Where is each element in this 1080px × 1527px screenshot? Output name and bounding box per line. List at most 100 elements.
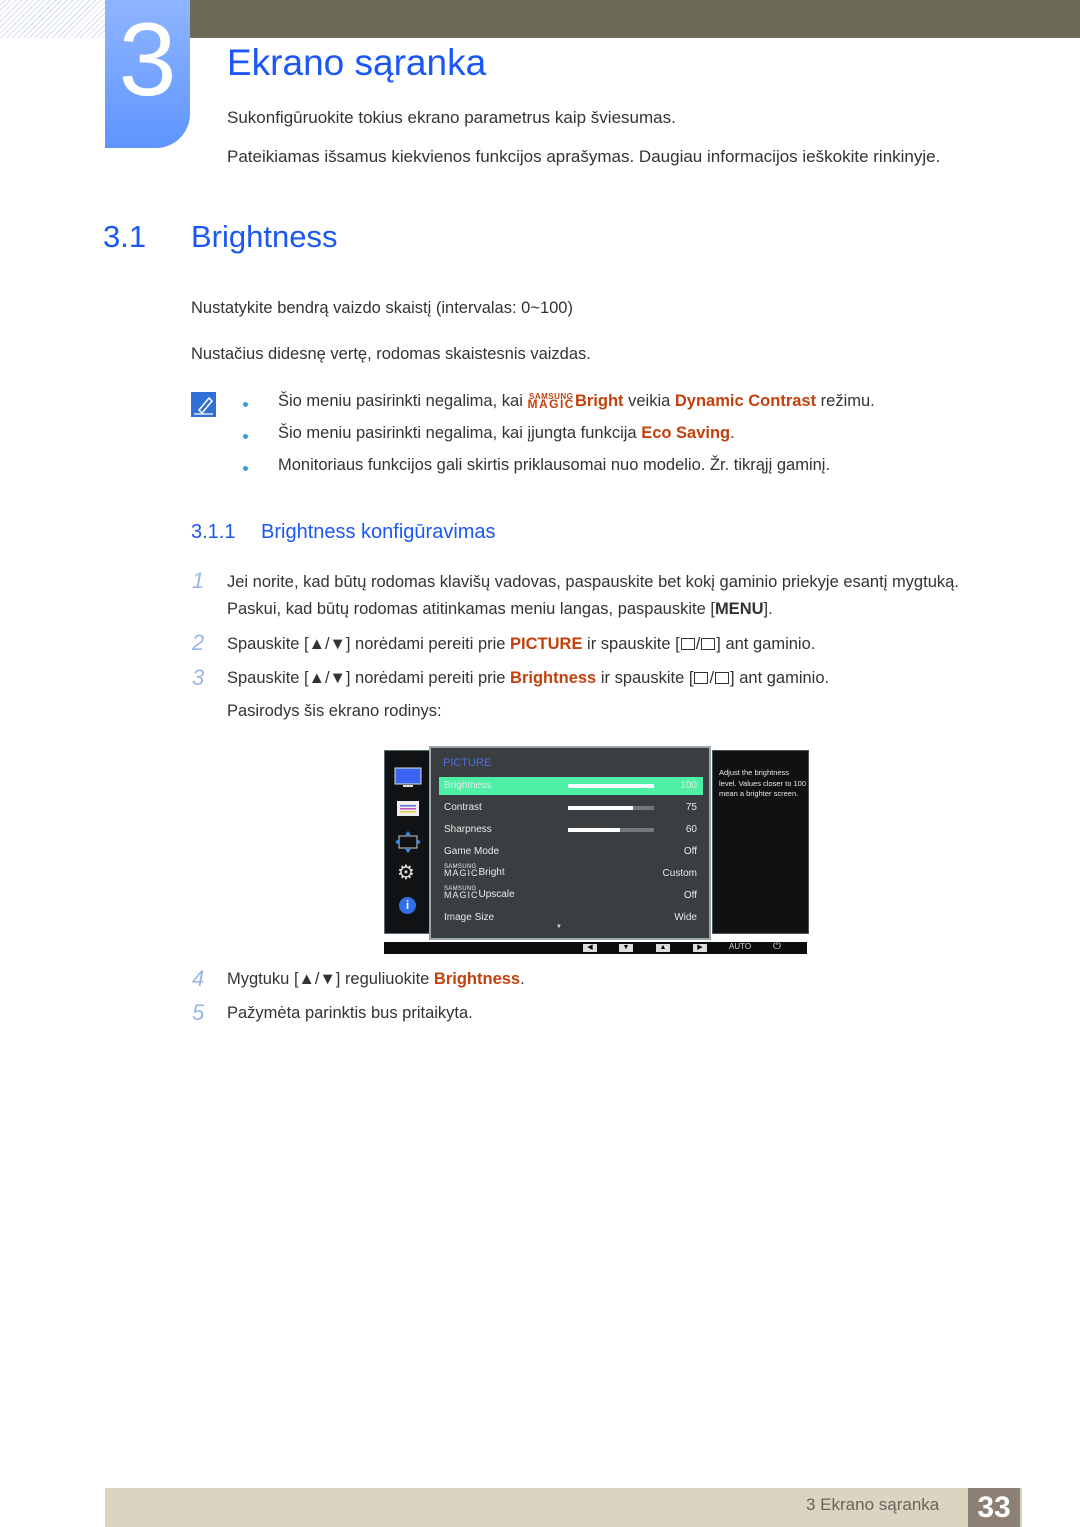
osd-row-value: Off bbox=[683, 890, 697, 901]
chapter-title: Ekrano sąranka bbox=[227, 42, 487, 83]
auto-button[interactable]: AUTO bbox=[729, 942, 751, 951]
step-number: 3 bbox=[192, 665, 205, 690]
osd-slider-fill bbox=[568, 806, 633, 810]
osd-row-sharpness[interactable]: Sharpness 60 bbox=[439, 821, 703, 839]
chapter-number: 3 bbox=[118, 2, 177, 118]
step-text: ir spauskite [ bbox=[596, 669, 694, 687]
left-arrow-button[interactable]: ◀ bbox=[583, 944, 597, 952]
section-paragraph-2: Nustačius didesnę vertę, rodomas skaiste… bbox=[191, 345, 591, 363]
step-3-line-2: Pasirodys šis ekrano rodinys: bbox=[227, 702, 442, 720]
note-text: Šio meniu pasirinkti negalima, kai bbox=[278, 392, 528, 410]
note-text: Šio meniu pasirinkti negalima, kai įjung… bbox=[278, 424, 642, 442]
right-arrow-button[interactable]: ▶ bbox=[693, 944, 707, 952]
osd-help-text: Adjust the brightness level. Values clos… bbox=[719, 768, 806, 798]
osd-row-magic-bright[interactable]: SAMSUNG MAGIC Bright Custom bbox=[439, 864, 703, 883]
size-position-icon bbox=[395, 831, 421, 853]
menu-key: MENU bbox=[714, 600, 764, 618]
step-text: Mygtuku [▲/▼] reguliuokite bbox=[227, 970, 434, 988]
step-number: 5 bbox=[192, 1000, 205, 1025]
osd-row-label: Image Size bbox=[444, 912, 495, 923]
highlight-bright: Bright bbox=[574, 392, 624, 410]
osd-help-panel: Adjust the brightness level. Values clos… bbox=[712, 750, 809, 934]
note-item-1: Šio meniu pasirinkti negalima, kai SAMSU… bbox=[278, 392, 875, 411]
info-icon: i bbox=[399, 897, 416, 914]
step-5: Pažymėta parinktis bus pritaikyta. bbox=[227, 1004, 473, 1022]
subsection-title: Brightness konfigūravimas bbox=[261, 521, 496, 543]
magic-bottom: MAGIC bbox=[444, 867, 479, 878]
osd-row-label: Sharpness bbox=[444, 824, 492, 835]
source-key-icon bbox=[694, 672, 709, 684]
osd-row-label: SAMSUNG MAGIC Upscale bbox=[444, 886, 515, 900]
osd-slider[interactable] bbox=[568, 806, 654, 810]
highlight-brightness: Brightness bbox=[433, 970, 521, 988]
samsung-magic-logo: SAMSUNG MAGIC bbox=[527, 392, 575, 411]
enter-key-icon bbox=[715, 672, 730, 684]
highlight-dynamic-contrast: Dynamic Contrast bbox=[674, 392, 817, 410]
down-arrow-button[interactable]: ▼ bbox=[619, 944, 633, 952]
step-1-line-1: Jei norite, kad būtų rodomas klavišų vad… bbox=[227, 573, 959, 591]
step-4: Mygtuku [▲/▼] reguliuokite Brightness. bbox=[227, 970, 525, 989]
footer-chapter-label: 3 Ekrano sąranka bbox=[806, 1495, 940, 1514]
step-text: ir spauskite [ bbox=[582, 635, 680, 653]
up-arrow-button[interactable]: ▲ bbox=[656, 944, 670, 952]
decorative-hatch bbox=[0, 0, 105, 38]
section-title: Brightness bbox=[191, 219, 338, 254]
gear-icon: ⚙ bbox=[397, 862, 415, 884]
osd-row-label: Brightness bbox=[444, 780, 492, 791]
highlight-picture: PICTURE bbox=[510, 635, 583, 653]
step-2: Spauskite [▲/▼] norėdami pereiti prie PI… bbox=[227, 635, 816, 653]
step-number: 2 bbox=[192, 630, 205, 655]
samsung-magic-logo: SAMSUNG MAGIC bbox=[444, 886, 479, 899]
note-item-2: Šio meniu pasirinkti negalima, kai įjung… bbox=[278, 424, 735, 443]
osd-side-menu: ⚙ i bbox=[384, 750, 432, 934]
osd-slider-fill bbox=[568, 784, 654, 788]
step-text: ] ant gaminio. bbox=[730, 669, 830, 687]
osd-slider[interactable] bbox=[568, 828, 654, 832]
step-text: ]. bbox=[763, 600, 773, 618]
enter-key-icon bbox=[701, 638, 716, 650]
osd-row-label: Contrast bbox=[444, 802, 482, 813]
osd-button-bar: ◀ ▼ ▲ ▶ AUTO ⏻ bbox=[384, 941, 807, 954]
bullet-dot bbox=[243, 402, 248, 407]
source-key-icon bbox=[680, 638, 695, 650]
chapter-header-bar bbox=[190, 0, 1080, 38]
highlight-eco-saving: Eco Saving bbox=[641, 424, 731, 442]
note-item-3: Monitoriaus funkcijos gali skirtis prikl… bbox=[278, 456, 831, 474]
power-icon[interactable]: ⏻ bbox=[773, 941, 781, 952]
intro-line-1: Sukonfigūruokite tokius ekrano parametru… bbox=[227, 108, 676, 127]
osd-row-value: 75 bbox=[685, 802, 697, 813]
note-text: veikia bbox=[623, 392, 675, 410]
osd-row-magic-upscale[interactable]: SAMSUNG MAGIC Upscale Off bbox=[439, 886, 703, 905]
note-text: . bbox=[730, 424, 735, 442]
bullet-dot bbox=[243, 466, 248, 471]
samsung-magic-logo: SAMSUNG MAGIC bbox=[444, 864, 479, 878]
step-text: Spauskite [▲/▼] norėdami pereiti prie bbox=[227, 635, 511, 653]
osd-slider-fill bbox=[568, 828, 620, 832]
osd-row-value: Off bbox=[683, 846, 697, 857]
osd-slider[interactable] bbox=[568, 784, 654, 788]
step-text: ] ant gaminio. bbox=[716, 635, 816, 653]
osd-row-game-mode[interactable]: Game Mode Off bbox=[439, 843, 703, 861]
step-text: Spauskite [▲/▼] norėdami pereiti prie bbox=[227, 669, 511, 687]
osd-row-label-text: Upscale bbox=[478, 888, 515, 900]
bullet-dot bbox=[243, 434, 248, 439]
osd-row-brightness[interactable]: Brightness 100 bbox=[439, 777, 703, 795]
monitor-icon bbox=[394, 767, 422, 787]
step-1-line-2: Paskui, kad būtų rodomas atitinkamas men… bbox=[227, 600, 773, 619]
osd-row-contrast[interactable]: Contrast 75 bbox=[439, 799, 703, 817]
scroll-down-arrow-icon[interactable]: ▼ bbox=[556, 924, 562, 930]
note-text: režimu. bbox=[816, 392, 875, 410]
osd-row-value: 100 bbox=[680, 780, 697, 791]
osd-row-value: 60 bbox=[685, 824, 697, 835]
osd-menu-title: PICTURE bbox=[443, 757, 492, 769]
page-number: 33 bbox=[968, 1488, 1020, 1527]
magic-bottom: MAGIC bbox=[527, 397, 575, 411]
step-number: 4 bbox=[192, 966, 205, 991]
osd-row-value: Wide bbox=[674, 912, 697, 923]
osd-row-image-size[interactable]: Image Size Wide bbox=[439, 909, 703, 927]
highlight-brightness: Brightness bbox=[510, 669, 597, 687]
osd-row-value: Custom bbox=[662, 868, 697, 879]
subsection-number: 3.1.1 bbox=[191, 521, 236, 543]
step-text: . bbox=[520, 970, 525, 988]
intro-line-2: Pateikiamas išsamus kiekvienos funkcijos… bbox=[227, 147, 941, 166]
